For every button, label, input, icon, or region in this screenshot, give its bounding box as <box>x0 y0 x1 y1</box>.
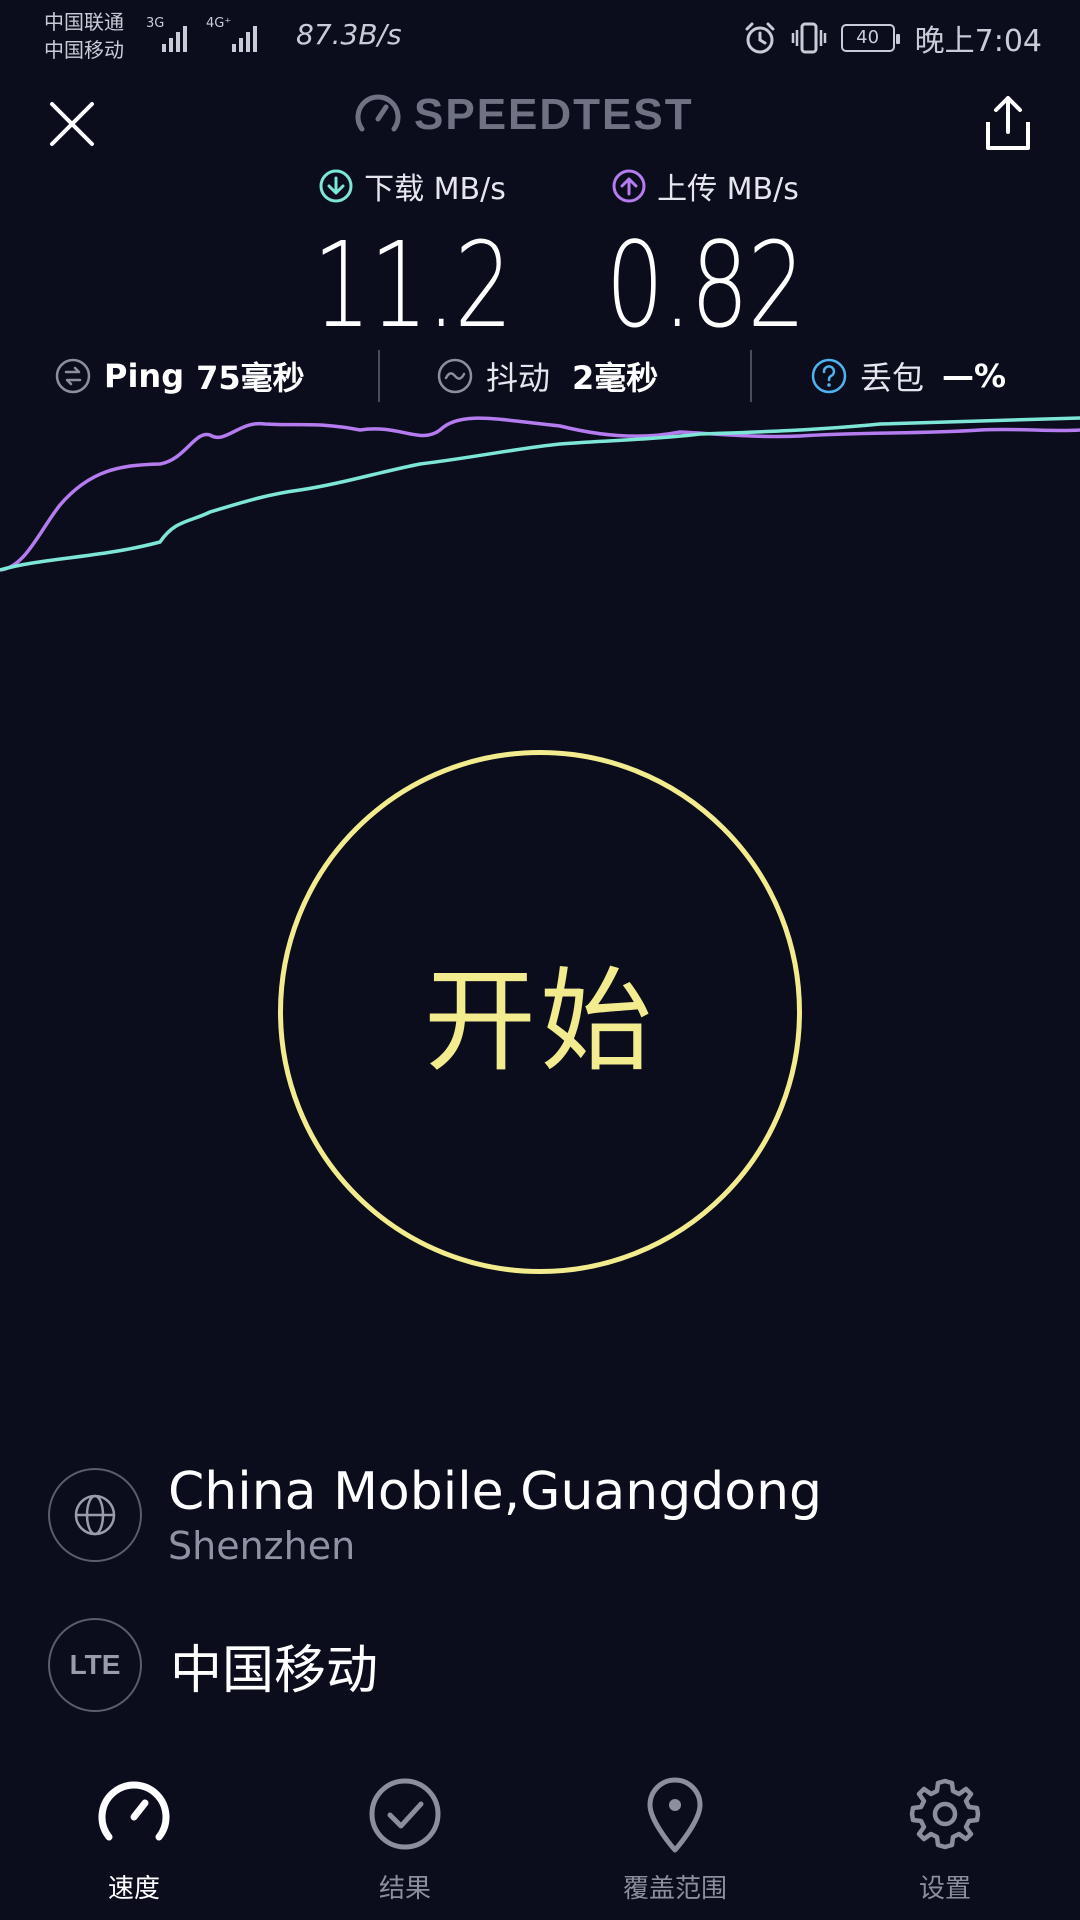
download-label-row: 下载 MB/s <box>272 164 552 208</box>
ping-metric: Ping 75毫秒 <box>54 348 305 404</box>
server-info: China Mobile,Guangdong Shenzhen <box>168 1462 822 1568</box>
download-speed-line <box>0 416 1080 572</box>
metrics-row: Ping 75毫秒 抖动 2毫秒 丢包 —% <box>0 348 1080 404</box>
start-test-button[interactable]: 开始 <box>278 750 802 1274</box>
clock: 晚上7:04 <box>914 24 1042 59</box>
battery-icon: 40 <box>840 24 900 52</box>
download-arrow-icon <box>319 169 353 203</box>
download-label: 下载 MB/s <box>364 172 506 207</box>
metric-divider <box>750 350 752 402</box>
packet-loss-value: —% <box>942 357 1007 395</box>
carrier-1: 中国联通 <box>44 10 124 34</box>
question-circle-icon[interactable] <box>810 357 848 395</box>
upload-label-row: 上传 MB/s <box>560 164 850 208</box>
network-speed: 87.3B/s <box>296 18 402 51</box>
map-pin-icon <box>647 1777 703 1853</box>
globe-icon-circle <box>48 1468 142 1562</box>
lte-icon: LTE <box>69 1649 121 1680</box>
share-button[interactable] <box>978 92 1038 156</box>
packet-loss-label: 丢包 <box>860 359 925 397</box>
ping-icon <box>55 358 91 394</box>
packet-loss-metric: 丢包 —% <box>810 348 1006 404</box>
upload-arrow-icon <box>612 169 646 203</box>
ping-value: 75毫秒 <box>196 359 305 397</box>
server-selector[interactable]: China Mobile,Guangdong Shenzhen <box>48 1462 822 1568</box>
upload-speed-line <box>0 416 1080 572</box>
speedometer-logo-icon <box>355 94 401 132</box>
speedometer-icon <box>98 1781 170 1841</box>
jitter-value: 2毫秒 <box>572 359 659 397</box>
download-result: 下载 MB/s 11.2 <box>272 164 552 350</box>
signal-bars-2-icon <box>232 20 257 52</box>
brand-logo: SPEEDTEST <box>354 90 694 140</box>
nav-item-speed[interactable]: 速度 <box>34 1772 234 1905</box>
signal-bars-1-icon <box>162 20 187 52</box>
speed-graph <box>0 416 1080 572</box>
nav-label-coverage: 覆盖范围 <box>622 1874 727 1904</box>
bottom-nav: 速度 结果 覆盖范围 设置 <box>0 1760 1080 1920</box>
brand-name: SPEEDTEST <box>414 90 694 139</box>
lte-badge: LTE <box>48 1618 142 1712</box>
provider-info: LTE 中国移动 <box>48 1618 378 1712</box>
vibrate-icon <box>791 22 826 54</box>
nav-item-coverage[interactable]: 覆盖范围 <box>575 1772 775 1905</box>
start-button-label: 开始 <box>424 957 656 1087</box>
download-value: 11.2 <box>312 216 513 354</box>
jitter-metric: 抖动 2毫秒 <box>436 348 658 404</box>
server-name: China Mobile,Guangdong <box>168 1462 823 1522</box>
server-city: Shenzhen <box>168 1524 356 1568</box>
jitter-label: 抖动 <box>486 359 551 397</box>
alarm-icon <box>745 22 775 54</box>
provider-name: 中国移动 <box>170 1640 379 1701</box>
header: SPEEDTEST <box>0 84 1080 158</box>
close-button[interactable] <box>42 94 102 154</box>
upload-value: 0.82 <box>605 216 806 354</box>
metric-divider <box>378 350 380 402</box>
globe-icon <box>74 1494 116 1536</box>
status-right: 40 晚上7:04 <box>743 16 1042 60</box>
gear-icon <box>909 1778 981 1850</box>
upload-label: 上传 MB/s <box>657 172 799 207</box>
nav-label-speed: 速度 <box>107 1874 160 1904</box>
carrier-names: 中国联通 中国移动 <box>44 8 124 64</box>
check-circle-icon <box>369 1778 441 1850</box>
ping-label: Ping <box>104 357 185 395</box>
nav-label-results: 结果 <box>378 1874 431 1904</box>
carrier-2: 中国移动 <box>44 38 124 62</box>
jitter-icon <box>437 358 473 394</box>
nav-label-settings: 设置 <box>918 1874 971 1904</box>
status-bar: 中国联通 中国移动 3G 4G⁺ 87.3B/s 40 晚上7:04 <box>0 0 1080 72</box>
upload-result: 上传 MB/s 0.82 <box>560 164 850 350</box>
nav-item-results[interactable]: 结果 <box>305 1772 505 1905</box>
nav-item-settings[interactable]: 设置 <box>845 1772 1045 1905</box>
network-type-badge-2: 4G⁺ <box>206 16 232 31</box>
